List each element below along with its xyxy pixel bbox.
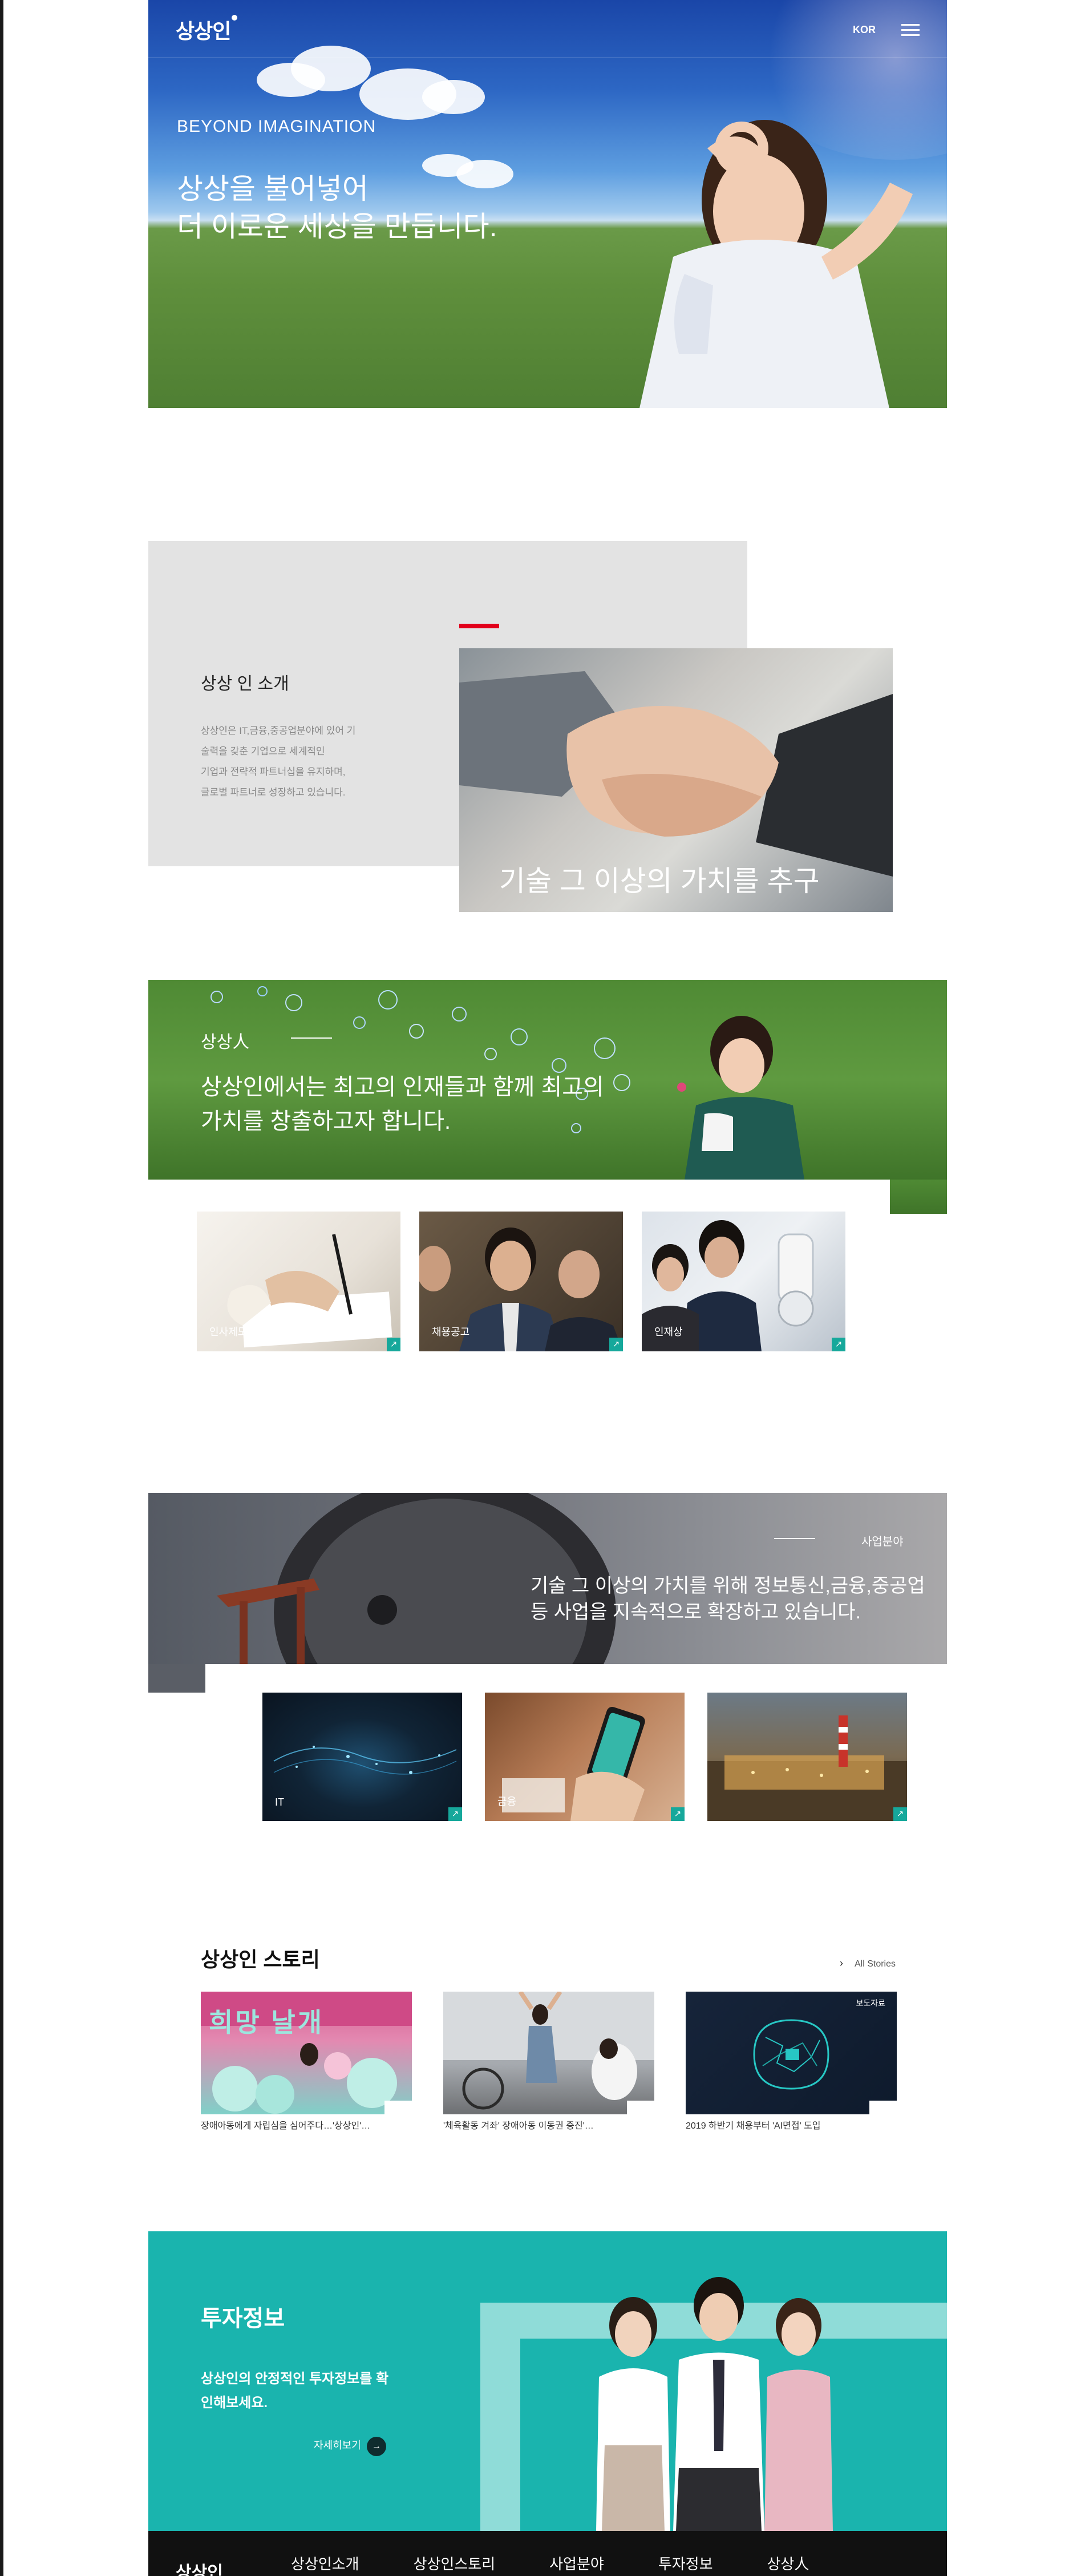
card-label: 인사제도 bbox=[209, 1326, 248, 1338]
intro-desc-line: 상상인은 IT,금융,중공업분야에 있어 기 bbox=[201, 725, 356, 736]
intro-title: 상상 인 소개 bbox=[201, 675, 289, 693]
card-label: IT bbox=[275, 1796, 284, 1808]
handshake-image[interactable]: 기술 그 이상의 가치를 추구 bbox=[459, 648, 893, 912]
ir-more-button[interactable]: 자세히보기 → bbox=[314, 2437, 386, 2456]
logo-text: 상상인 bbox=[176, 19, 231, 43]
arrow-up-right-icon: ↗ bbox=[893, 1807, 907, 1821]
arrow-up-right-icon: ↗ bbox=[671, 1807, 685, 1821]
story-card[interactable]: 희망 날개 bbox=[201, 1992, 412, 2114]
logo-dot bbox=[232, 15, 238, 21]
sports-activity-image bbox=[443, 1992, 654, 2110]
people-banner[interactable]: 상상人 상상인에서는 최고의 인재들과 함께 최고의 가치를 창출하고자 합니다… bbox=[148, 980, 947, 1180]
network-particles-image bbox=[273, 1746, 457, 1775]
chevron-right-icon: › bbox=[839, 1957, 843, 1969]
card-hr-system[interactable]: 인사제도 ↗ bbox=[197, 1212, 400, 1351]
intro-photo-caption: 기술 그 이상의 가치를 추구 bbox=[499, 865, 820, 897]
card-it[interactable]: IT ↗ bbox=[262, 1693, 462, 1821]
accent-bar bbox=[459, 624, 499, 628]
intro-desc-line: 기업과 전략적 파트너십을 유지하며, bbox=[201, 766, 346, 777]
hamburger-icon[interactable] bbox=[901, 24, 920, 37]
footer-nav-item[interactable]: 투자정보 bbox=[658, 2553, 713, 2574]
arrow-up-right-icon: ↗ bbox=[609, 1338, 623, 1351]
banner-corner bbox=[890, 1180, 947, 1214]
people-label: 상상人 bbox=[201, 1033, 250, 1052]
story-title: 상상인 스토리 bbox=[201, 1948, 320, 1971]
story-caption[interactable]: 장애아동에게 자립심을 심어주다…'상상인'… bbox=[201, 2118, 406, 2131]
business-divider-line bbox=[774, 1538, 815, 1539]
hero-girl-image bbox=[639, 120, 913, 408]
ir-desc-line: 상상인의 안정적인 투자정보를 확 bbox=[201, 2371, 389, 2387]
footer: 상상인 상상인소개 상상인스토리 사업분야 투자정보 상상人 bbox=[148, 2531, 947, 2576]
language-selector[interactable]: KOR bbox=[853, 24, 876, 36]
ir-description: 상상인의 안정적인 투자정보를 확 인해보세요. bbox=[201, 2367, 429, 2415]
all-stories-label: All Stories bbox=[854, 1959, 896, 1969]
intro-desc-line: 술력을 갖춘 기업으로 세계적인 bbox=[201, 746, 325, 757]
people-text: 상상인에서는 최고의 인재들과 함께 최고의 가치를 창출하고자 합니다. bbox=[201, 1075, 604, 1134]
card-label: 인재상 bbox=[654, 1326, 683, 1338]
people-divider-line bbox=[291, 1037, 332, 1039]
story-card[interactable] bbox=[443, 1992, 654, 2114]
industrial-plant-image bbox=[707, 1715, 907, 1821]
employees-group-image bbox=[596, 2277, 833, 2531]
footer-nav-item[interactable]: 상상인스토리 bbox=[414, 2553, 496, 2574]
arrow-up-right-icon: ↗ bbox=[387, 1338, 400, 1351]
story-card[interactable]: 보도자료 bbox=[686, 1992, 897, 2114]
page-left-border bbox=[0, 0, 3, 2576]
people-section: 상상人 상상인에서는 최고의 인재들과 함께 최고의 가치를 창출하고자 합니다… bbox=[148, 980, 947, 1351]
ir-desc-line: 인해보세요. bbox=[201, 2395, 268, 2411]
card-job-openings[interactable]: 채용공고 ↗ bbox=[419, 1212, 623, 1351]
hero-headline: 상상을 불어넣어 더 이로운 세상을 만듭니다. bbox=[177, 170, 497, 245]
arrow-up-right-icon: ↗ bbox=[832, 1338, 845, 1351]
investor-relations-section: 투자정보 상상인의 안정적인 투자정보를 확 인해보세요. 자세히보기 → bbox=[148, 2231, 947, 2531]
footer-nav-item[interactable]: 상상人 bbox=[767, 2553, 809, 2574]
footer-nav-item[interactable]: 사업분야 bbox=[549, 2553, 604, 2574]
business-section: 사업분야 기술 그 이상의 가치를 위해 정보통신,금융,중공업 등 사업을 지… bbox=[148, 1493, 947, 1835]
all-stories-link[interactable]: › All Stories bbox=[840, 1957, 896, 1969]
footer-nav-item[interactable]: 상상인소개 bbox=[291, 2553, 359, 2574]
intro-description: 상상인은 IT,금융,중공업분야에 있어 기 술력을 갖춘 기업으로 세계적인 … bbox=[201, 721, 400, 803]
top-navigation: 상상인 KOR bbox=[148, 0, 947, 58]
business-banner[interactable]: 사업분야 기술 그 이상의 가치를 위해 정보통신,금융,중공업 등 사업을 지… bbox=[148, 1493, 947, 1664]
banner-corner bbox=[148, 1664, 205, 1693]
hero-headline-line1: 상상을 불어넣어 bbox=[177, 173, 369, 205]
card-finance[interactable]: 금융 ↗ bbox=[485, 1693, 685, 1821]
card-label: 금융 bbox=[497, 1796, 517, 1807]
company-intro-section: 상상 인 소개 상상인은 IT,금융,중공업분야에 있어 기 술력을 갖춘 기업… bbox=[148, 541, 947, 912]
cloud-shape bbox=[422, 80, 485, 114]
card-label: 채용공고 bbox=[432, 1326, 470, 1338]
hero-eyebrow: BEYOND IMAGINATION bbox=[177, 117, 376, 136]
hero-headline-line2: 더 이로운 세상을 만듭니다. bbox=[177, 211, 497, 243]
story-caption[interactable]: '체육활동 겨좌' 장애아동 이동권 증진'… bbox=[443, 2118, 649, 2131]
ai-brain-image bbox=[753, 2019, 829, 2090]
logo[interactable]: 상상인 bbox=[176, 15, 238, 45]
hero-section: 상상인 KOR BEYOND IMAGINATION 상상을 불어넣어 더 이로… bbox=[148, 0, 947, 408]
card-talent[interactable]: 인재상 ↗ bbox=[642, 1212, 845, 1351]
story-section: 상상인 스토리 › All Stories 희망 날개 장애아동에게 자립심을 심… bbox=[148, 1937, 947, 2137]
footer-logo[interactable]: 상상인 bbox=[176, 2558, 223, 2576]
intro-desc-line: 글로벌 파트너로 성장하고 있습니다. bbox=[201, 787, 346, 798]
footer-nav: 상상인소개 상상인스토리 사업분야 투자정보 상상人 bbox=[291, 2553, 809, 2574]
story-caption[interactable]: 2019 하반기 채용부터 'AI면접' 도입 bbox=[686, 2118, 891, 2131]
business-label: 사업분야 bbox=[861, 1536, 904, 1548]
card-notch bbox=[384, 2101, 412, 2114]
card-heavy-industry[interactable]: ↗ bbox=[707, 1693, 907, 1821]
arrow-up-right-icon: ↗ bbox=[448, 1807, 462, 1821]
ir-more-label: 자세히보기 bbox=[314, 2440, 361, 2451]
card-notch bbox=[627, 2101, 654, 2114]
story-badge: 보도자료 bbox=[856, 1998, 885, 2008]
arrow-right-icon: → bbox=[366, 2437, 386, 2456]
story-banner-text: 희망 날개 bbox=[209, 2008, 325, 2037]
card-notch bbox=[869, 2101, 897, 2114]
ir-title: 투자정보 bbox=[201, 2306, 285, 2331]
business-text: 기술 그 이상의 가치를 위해 정보통신,금융,중공업 등 사업을 지속적으로 … bbox=[531, 1575, 925, 1623]
